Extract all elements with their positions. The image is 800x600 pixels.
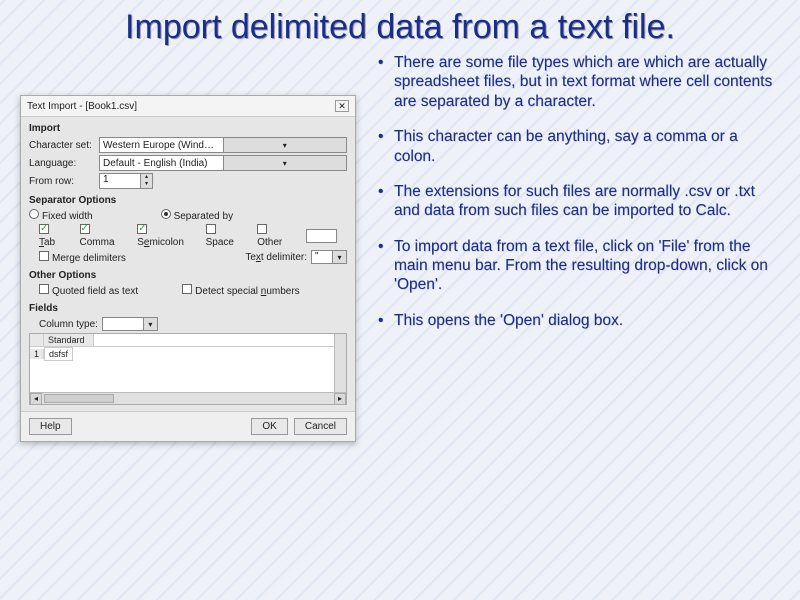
quoted-checkbox[interactable]: Quoted field as text bbox=[39, 284, 138, 297]
language-select[interactable]: Default - English (India) ▾ bbox=[99, 155, 347, 171]
chevron-down-icon[interactable]: ▾ bbox=[223, 138, 347, 152]
scrollbar-vertical[interactable] bbox=[334, 334, 346, 392]
row-number: 1 bbox=[30, 349, 44, 359]
separated-by-radio[interactable]: Separated by bbox=[161, 209, 234, 222]
scroll-thumb[interactable] bbox=[44, 394, 114, 403]
preview-grid: Standard 1dsfsf ◂ ▸ bbox=[29, 333, 347, 405]
list-item: To import data from a text file, click o… bbox=[374, 237, 780, 295]
language-label: Language: bbox=[29, 158, 95, 169]
list-item: There are some file types which are whic… bbox=[374, 53, 780, 111]
charset-value: Western Europe (Windows-1252/WinLatin 1) bbox=[100, 140, 223, 151]
list-item: This character can be anything, say a co… bbox=[374, 127, 780, 166]
fromrow-spinner[interactable]: 1 ▴▾ bbox=[99, 173, 153, 189]
comma-label: Comma bbox=[80, 237, 115, 248]
text-import-dialog: Text Import - [Book1.csv] ✕ Import Chara… bbox=[20, 95, 356, 442]
col-header: Standard bbox=[44, 334, 94, 346]
chevron-down-icon[interactable]: ▾ bbox=[223, 156, 347, 170]
charset-label: Character set: bbox=[29, 140, 95, 151]
merge-checkbox[interactable]: Merge delimiters bbox=[39, 251, 126, 264]
charset-select[interactable]: Western Europe (Windows-1252/WinLatin 1)… bbox=[99, 137, 347, 153]
spin-up-icon[interactable]: ▴ bbox=[140, 174, 152, 181]
separated-by-label: Separated by bbox=[174, 211, 234, 222]
list-item: This opens the 'Open' dialog box. bbox=[374, 311, 780, 330]
page-title: Import delimited data from a text file. bbox=[0, 0, 800, 47]
list-item: The extensions for such files are normal… bbox=[374, 182, 780, 221]
coltype-select[interactable]: ▾ bbox=[102, 317, 158, 331]
comma-checkbox[interactable]: Comma bbox=[80, 224, 124, 248]
fixed-width-label: Fixed width bbox=[42, 211, 93, 222]
separator-section-label: Separator Options bbox=[29, 195, 347, 206]
scrollbar-horizontal[interactable]: ◂ ▸ bbox=[30, 392, 346, 404]
text-delim-value: " bbox=[312, 251, 332, 263]
detect-label: Detect special numbers bbox=[195, 286, 300, 297]
chevron-down-icon[interactable]: ▾ bbox=[332, 251, 346, 263]
spin-down-icon[interactable]: ▾ bbox=[140, 181, 152, 188]
semicolon-label: Semicolon bbox=[137, 237, 184, 248]
quoted-label: Quoted field as text bbox=[52, 286, 138, 297]
space-checkbox[interactable]: Space bbox=[206, 224, 244, 248]
coltype-label: Column type: bbox=[39, 319, 98, 330]
preview-cell: dsfsf bbox=[44, 347, 73, 361]
scroll-right-icon[interactable]: ▸ bbox=[334, 393, 346, 405]
merge-label: Merge delimiters bbox=[52, 253, 126, 264]
space-label: Space bbox=[206, 237, 234, 248]
text-delim-select[interactable]: "▾ bbox=[311, 250, 347, 264]
fromrow-label: From row: bbox=[29, 176, 95, 187]
text-delim-label: Text delimiter: bbox=[245, 252, 307, 263]
import-section-label: Import bbox=[29, 123, 347, 134]
semicolon-checkbox[interactable]: Semicolon bbox=[137, 224, 191, 248]
fields-label: Fields bbox=[29, 303, 347, 314]
other-options-label: Other Options bbox=[29, 270, 347, 281]
detect-checkbox[interactable]: Detect special numbers bbox=[182, 284, 300, 297]
bullet-list: There are some file types which are whic… bbox=[374, 53, 780, 442]
help-button[interactable]: Help bbox=[29, 418, 72, 435]
other-checkbox[interactable]: Other bbox=[257, 224, 292, 248]
fromrow-value: 1 bbox=[100, 174, 140, 188]
fixed-width-radio[interactable]: Fixed width bbox=[29, 209, 93, 222]
language-value: Default - English (India) bbox=[100, 158, 223, 169]
ok-button[interactable]: OK bbox=[251, 418, 287, 435]
tab-checkbox[interactable]: Tab bbox=[39, 224, 66, 248]
dialog-title: Text Import - [Book1.csv] bbox=[27, 101, 137, 112]
cancel-button[interactable]: Cancel bbox=[294, 418, 347, 435]
close-icon[interactable]: ✕ bbox=[335, 100, 349, 112]
scroll-left-icon[interactable]: ◂ bbox=[30, 393, 42, 405]
other-delim-input[interactable] bbox=[306, 229, 337, 243]
other-label: Other bbox=[257, 237, 282, 248]
tab-label: ab bbox=[44, 237, 55, 248]
chevron-down-icon[interactable]: ▾ bbox=[143, 318, 157, 330]
